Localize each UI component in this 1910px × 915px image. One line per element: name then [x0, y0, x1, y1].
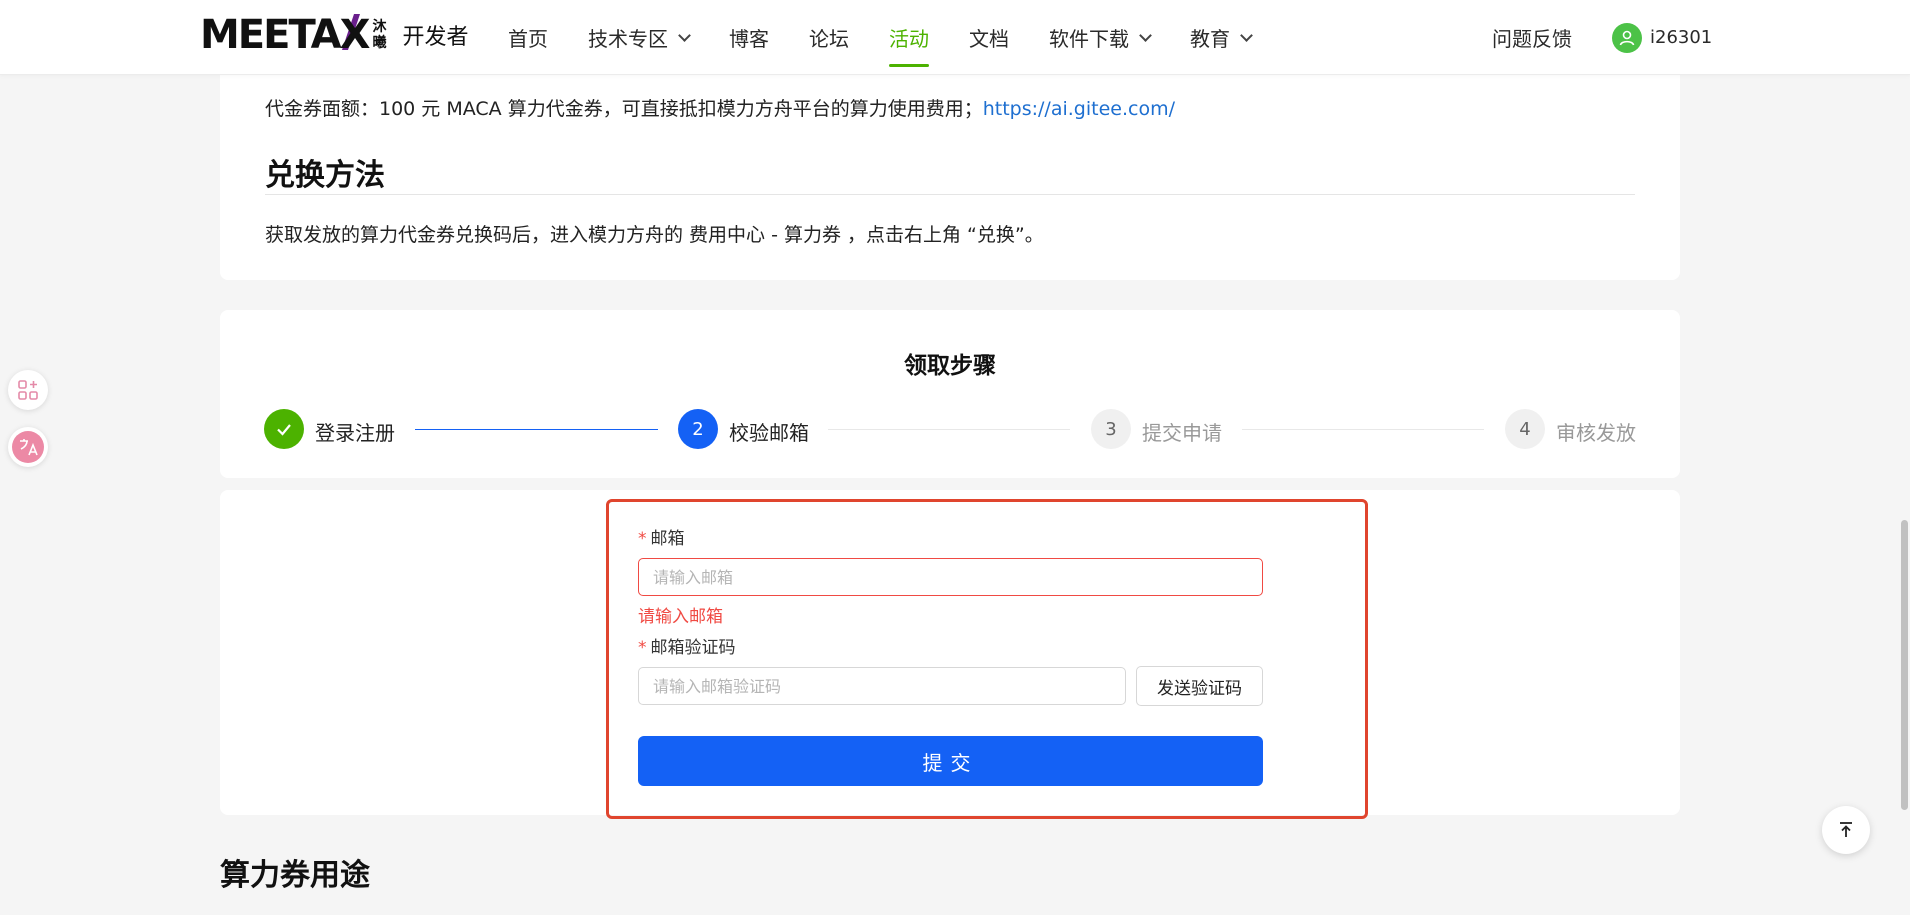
nav-label: 博客 [729, 27, 769, 51]
apps-tool[interactable] [8, 370, 48, 410]
logo-sub-char-2: 曦 [372, 35, 387, 51]
scrollbar-thumb[interactable] [1901, 520, 1908, 810]
step-3-label: 提交申请 [1142, 421, 1222, 445]
email-code-label: * 邮箱验证码 [638, 633, 736, 658]
required-mark: * [638, 529, 647, 549]
logo-developer-label: 开发者 [402, 25, 469, 50]
send-code-button[interactable]: 发送验证码 [1136, 666, 1263, 706]
voucher-text: 代金券面额：100 元 MACA 算力代金券，可直接抵扣模力方舟平台的算力使用费… [265, 98, 983, 120]
step-number: 4 [1519, 418, 1531, 440]
top-navbar: MEETAX 沐 曦 开发者 首页 技术专区 博客 论坛 活动 文档 软件下载 … [0, 0, 1910, 75]
step-3-pending: 3 [1091, 409, 1131, 449]
username: i26301 [1650, 27, 1713, 48]
step-number: 2 [692, 418, 704, 440]
nav-label: 教育 [1190, 27, 1230, 51]
email-input[interactable] [638, 558, 1263, 596]
translate-icon [12, 431, 44, 463]
chevron-down-icon [678, 28, 691, 42]
metax-logo[interactable]: MEETAX 沐 曦 开发者 [200, 10, 468, 60]
submit-button[interactable]: 提交 [638, 736, 1263, 786]
email-code-input[interactable] [638, 667, 1126, 705]
logo-sub-char-1: 沐 [372, 19, 387, 35]
check-icon [277, 424, 291, 436]
step-connector-1 [415, 429, 658, 430]
voucher-description: 代金券面额：100 元 MACA 算力代金券，可直接抵扣模力方舟平台的算力使用费… [265, 94, 1175, 121]
chevron-down-icon [1240, 28, 1253, 42]
back-to-top-button[interactable] [1822, 806, 1870, 854]
main-nav: 首页 技术专区 博客 论坛 活动 文档 软件下载 教育 [508, 0, 1291, 75]
required-mark: * [638, 638, 647, 658]
step-connector-2 [828, 429, 1070, 430]
steps-card: 领取步骤 [220, 310, 1680, 478]
chevron-down-icon [1139, 28, 1152, 42]
step-4-pending: 4 [1505, 409, 1545, 449]
heading-divider [265, 194, 1635, 195]
email-label-text: 邮箱 [650, 529, 685, 549]
usage-heading: 算力券用途 [220, 858, 370, 893]
step-number: 3 [1105, 418, 1117, 440]
nav-item-tech-zone[interactable]: 技术专区 [588, 0, 691, 75]
step-connector-3 [1242, 429, 1484, 430]
nav-label: 文档 [969, 27, 1009, 51]
nav-label: 首页 [508, 27, 548, 51]
logo-wordmark: MEETAX [200, 12, 370, 58]
nav-label: 活动 [889, 27, 929, 51]
email-error-message: 请输入邮箱 [638, 607, 723, 627]
nav-label: 软件下载 [1049, 27, 1129, 51]
nav-item-education[interactable]: 教育 [1190, 0, 1253, 75]
arrow-up-bar-icon [1840, 822, 1852, 837]
step-4-label: 审核发放 [1556, 421, 1636, 445]
apps-icon [18, 380, 38, 400]
gitee-link[interactable]: https://ai.gitee.com/ [983, 98, 1175, 120]
user-icon [1619, 30, 1635, 45]
steps-title: 领取步骤 [904, 353, 996, 379]
user-menu[interactable]: i26301 [1612, 0, 1712, 75]
nav-item-downloads[interactable]: 软件下载 [1049, 0, 1152, 75]
exchange-heading: 兑换方法 [265, 158, 385, 193]
email-label: * 邮箱 [638, 524, 685, 549]
nav-item-docs[interactable]: 文档 [969, 0, 1009, 75]
logo-subtitle: 沐 曦 [372, 19, 386, 51]
nav-item-forum[interactable]: 论坛 [809, 0, 849, 75]
nav-label: 论坛 [809, 27, 849, 51]
step-2-current: 2 [678, 409, 718, 449]
avatar [1612, 22, 1642, 53]
step-1-done [264, 409, 304, 449]
email-code-label-text: 邮箱验证码 [650, 638, 736, 658]
nav-item-home[interactable]: 首页 [508, 0, 548, 75]
exchange-description: 获取发放的算力代金券兑换码后，进入模力方舟的 费用中心 - 算力券 ，点击右上角… [265, 224, 1044, 246]
nav-label: 技术专区 [588, 27, 668, 51]
nav-item-activity[interactable]: 活动 [889, 0, 929, 75]
step-1-label: 登录注册 [315, 421, 395, 445]
feedback-link[interactable]: 问题反馈 [1492, 0, 1572, 75]
step-2-label: 校验邮箱 [729, 421, 809, 445]
nav-item-blog[interactable]: 博客 [729, 0, 769, 75]
translate-tool[interactable] [8, 427, 48, 467]
